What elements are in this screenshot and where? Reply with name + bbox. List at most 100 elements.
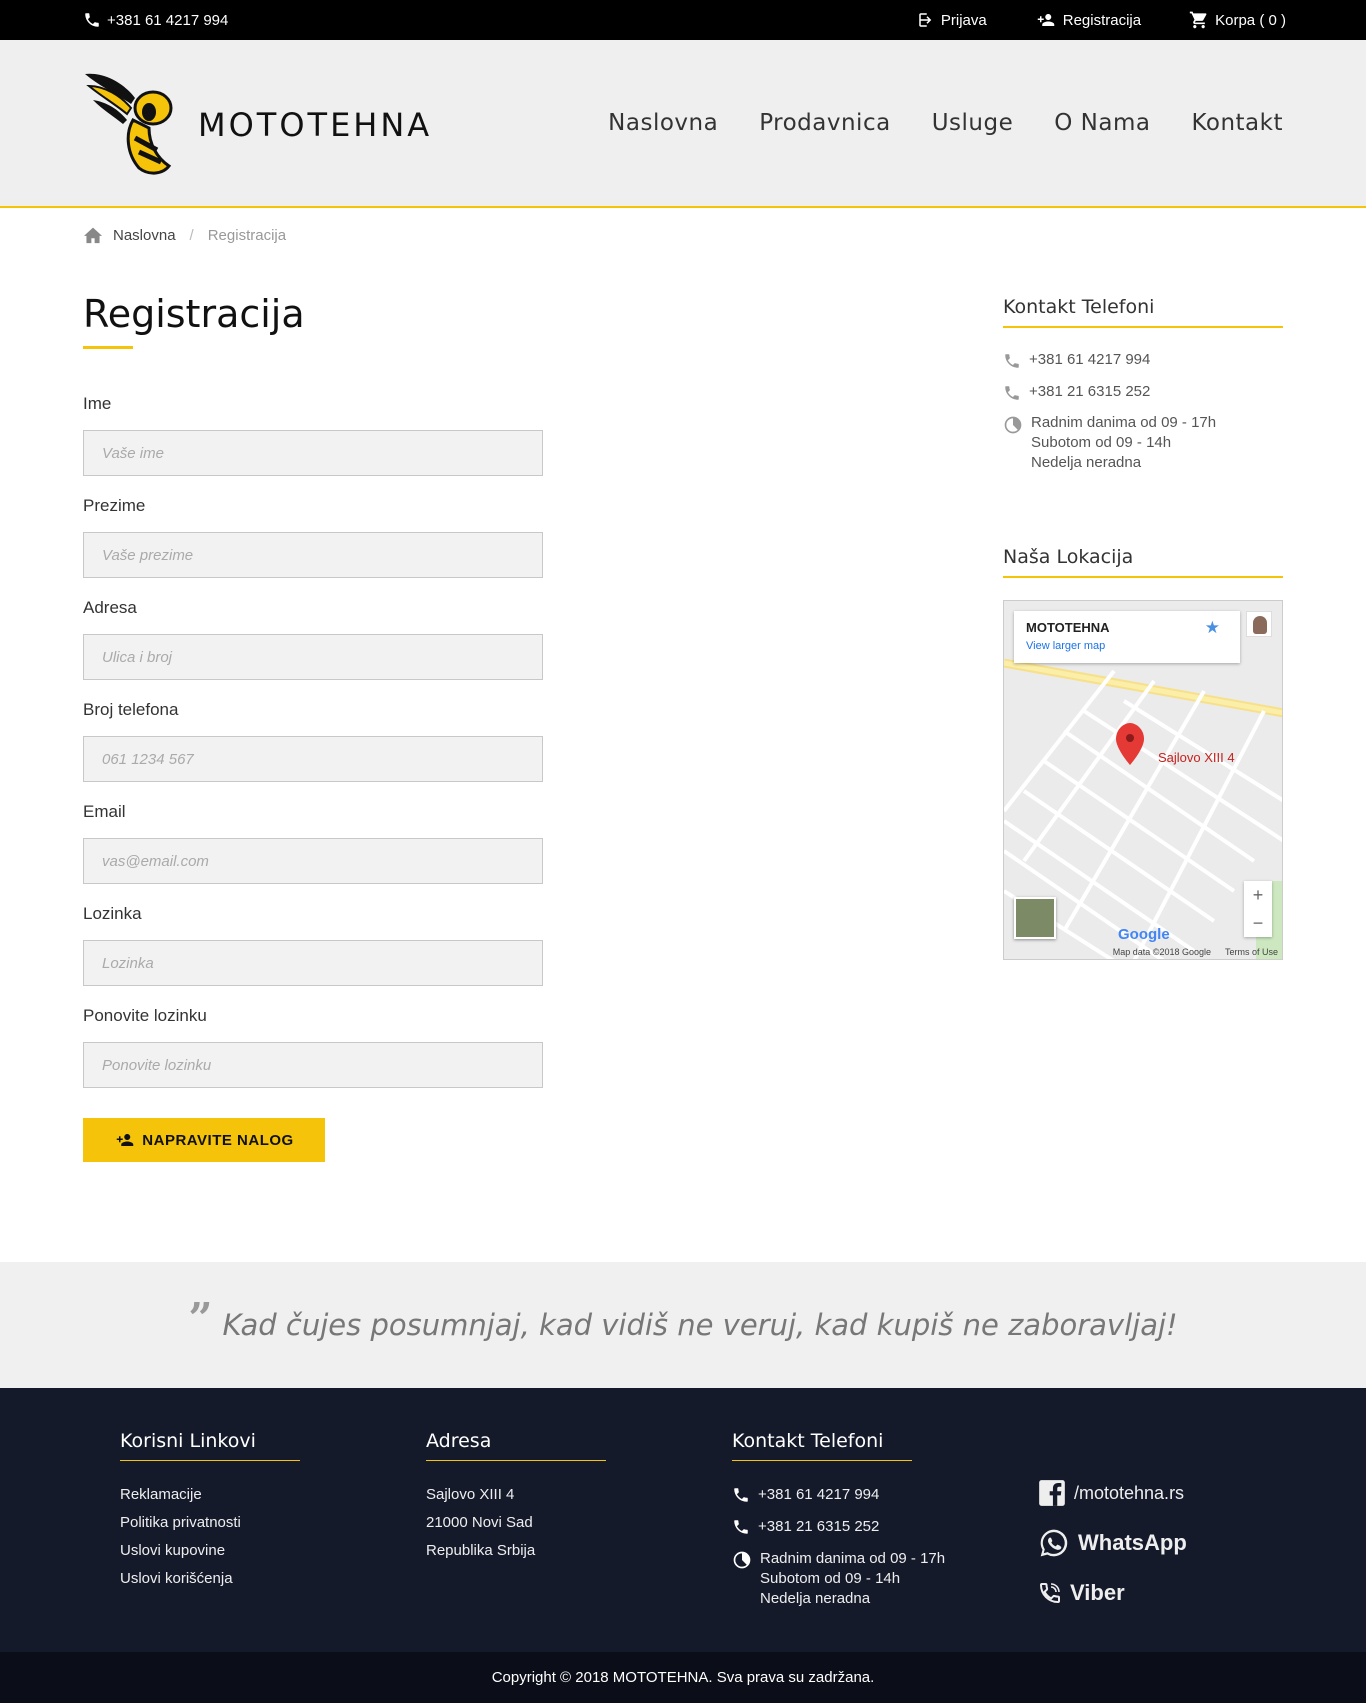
create-account-button[interactable]: NAPRAVITE NALOG	[83, 1118, 325, 1162]
field-group-ponovite-lozinku: Ponovite lozinku	[83, 1004, 543, 1106]
phone-icon	[1005, 354, 1019, 368]
sidebar-phone-1-text: +381 61 4217 994	[1029, 351, 1151, 368]
register-label: Registracija	[1062, 11, 1142, 29]
cart-label: Korpa ( 0 )	[1215, 11, 1286, 29]
footer-address-heading: Adresa	[426, 1430, 606, 1461]
lozinka-label: Lozinka	[83, 904, 142, 923]
satellite-toggle[interactable]	[1014, 897, 1056, 939]
field-group-ime: Ime	[83, 392, 543, 494]
email-label: Email	[83, 802, 126, 821]
whatsapp-icon	[1040, 1529, 1068, 1557]
nav-item-kontakt[interactable]: Kontakt	[1191, 110, 1283, 136]
nav-item-naslovna[interactable]: Naslovna	[608, 110, 718, 136]
phone-icon	[1005, 386, 1019, 400]
nav-item-usluge[interactable]: Usluge	[932, 110, 1014, 136]
copyright-text: Copyright © 2018 MOTOTEHNA. Sva prava su…	[491, 1669, 875, 1686]
footer-hours-line-1: Radnim danima od 09 - 17h	[760, 1550, 946, 1567]
ponovite-lozinku-input[interactable]	[83, 1042, 543, 1088]
breadcrumb-home[interactable]: Naslovna	[113, 227, 176, 244]
footer-phone-2[interactable]: +381 21 6315 252	[732, 1517, 945, 1537]
site-footer: Korisni Linkovi Reklamacije Politika pri…	[0, 1388, 1366, 1652]
create-account-label: NAPRAVITE NALOG	[142, 1131, 294, 1149]
footer-link-politika[interactable]: Politika privatnosti	[120, 1513, 300, 1541]
cart-icon	[1189, 11, 1207, 29]
footer-contact-heading: Kontakt Telefoni	[732, 1430, 912, 1461]
login-link[interactable]: Prijava	[917, 11, 987, 29]
map-data-text: Map data ©2018 Google	[1112, 947, 1211, 957]
lozinka-input[interactable]	[83, 940, 543, 986]
register-link[interactable]: Registracija	[1035, 11, 1141, 29]
sidebar-hours-line-1: Radnim danima od 09 - 17h	[1031, 414, 1217, 431]
add-user-icon	[1037, 14, 1054, 26]
sidebar-contact-heading: Kontakt Telefoni	[1003, 296, 1283, 328]
google-map[interactable]: MOTOTEHNA View larger map ★ Sajlovo XIII…	[1003, 600, 1283, 960]
telefon-label: Broj telefona	[83, 700, 179, 719]
field-group-prezime: Prezime	[83, 494, 543, 596]
star-icon[interactable]: ★	[1205, 618, 1220, 638]
phone-icon	[734, 1488, 748, 1502]
map-avatar[interactable]	[1246, 611, 1272, 637]
whatsapp-label: WhatsApp	[1078, 1530, 1187, 1555]
footer-hours-line-3: Nedelja neradna	[760, 1590, 871, 1607]
sidebar-phone-2[interactable]: +381 21 6315 252	[1003, 382, 1150, 402]
hornet-logo[interactable]	[83, 68, 178, 178]
viber-link[interactable]: Viber	[1038, 1568, 1187, 1618]
login-icon	[919, 13, 932, 27]
field-group-telefon: Broj telefona	[83, 698, 543, 800]
adresa-input[interactable]	[83, 634, 543, 680]
map-footer: Map data ©2018 Google Terms of Use	[1113, 947, 1278, 957]
ime-label: Ime	[83, 394, 112, 413]
adresa-label: Adresa	[83, 598, 137, 617]
sidebar-hours-line-2: Subotom od 09 - 14h	[1031, 434, 1172, 451]
zoom-out-button[interactable]: −	[1244, 909, 1272, 937]
brand-name[interactable]: MOTOTEHNA	[198, 106, 432, 144]
nav-item-prodavnica[interactable]: Prodavnica	[759, 110, 891, 136]
footer-link-uslovi-koriscenja[interactable]: Uslovi korišćenja	[120, 1569, 300, 1597]
login-label: Prijava	[940, 11, 987, 29]
footer-hours: Radnim danima od 09 - 17h Subotom od 09 …	[732, 1549, 945, 1609]
topbar-phone-text: +381 61 4217 994	[107, 11, 229, 29]
ime-input[interactable]	[83, 430, 543, 476]
footer-hours-line-2: Subotom od 09 - 14h	[760, 1570, 901, 1587]
view-larger-map-link[interactable]: View larger map	[1026, 640, 1105, 652]
sidebar-phone-1[interactable]: +381 61 4217 994	[1003, 350, 1150, 370]
email-input[interactable]	[83, 838, 543, 884]
footer-address-country: Republika Srbija	[426, 1542, 536, 1559]
sidebar-phone-2-text: +381 21 6315 252	[1029, 383, 1151, 400]
footer-address-street: Sajlovo XIII 4	[426, 1486, 515, 1503]
telefon-input[interactable]	[83, 736, 543, 782]
footer-contact-column: Kontakt Telefoni +381 61 4217 994 +381 2…	[732, 1430, 945, 1621]
quote-icon: ”	[188, 1293, 213, 1343]
breadcrumb-current: Registracija	[207, 226, 287, 244]
clock-icon	[1004, 416, 1022, 434]
footer-address-city: 21000 Novi Sad	[426, 1514, 533, 1531]
facebook-link[interactable]: /mototehna.rs	[1038, 1468, 1187, 1518]
whatsapp-link[interactable]: WhatsApp	[1038, 1518, 1187, 1568]
prezime-input[interactable]	[83, 532, 543, 578]
home-icon[interactable]	[83, 226, 103, 244]
zoom-in-button[interactable]: +	[1244, 881, 1272, 909]
map-marker-label: Sajlovo XIII 4	[1158, 750, 1235, 765]
field-group-lozinka: Lozinka	[83, 902, 543, 1004]
quote-text: Kad čujes posumnjaj, kad vidiš ne veruj,…	[222, 1308, 1178, 1342]
nav-item-o-nama[interactable]: O Nama	[1054, 110, 1150, 136]
registration-form: Ime Prezime Adresa Broj telefona Email L…	[83, 392, 543, 1106]
phone-icon	[734, 1520, 748, 1534]
viber-icon	[1039, 1583, 1060, 1604]
footer-social: /mototehna.rs WhatsApp Viber	[1038, 1468, 1187, 1618]
prezime-label: Prezime	[83, 496, 146, 515]
field-group-email: Email	[83, 800, 543, 902]
sidebar-hours: Radnim danima od 09 - 17h Subotom od 09 …	[1003, 413, 1216, 473]
footer-phone-1[interactable]: +381 61 4217 994	[732, 1485, 945, 1505]
topbar-phone[interactable]: +381 61 4217 994	[83, 11, 228, 29]
cart-link[interactable]: Korpa ( 0 )	[1189, 10, 1286, 30]
breadcrumb: Naslovna / Registracija	[83, 226, 286, 244]
footer-address-column: Adresa Sajlovo XIII 4 21000 Novi Sad Rep…	[426, 1430, 606, 1569]
site-header: MOTOTEHNA Naslovna Prodavnica Usluge O N…	[0, 40, 1366, 208]
footer-link-uslovi-kupovine[interactable]: Uslovi kupovine	[120, 1541, 300, 1569]
footer-link-reklamacije[interactable]: Reklamacije	[120, 1485, 300, 1513]
footer-phone-2-text: +381 21 6315 252	[758, 1518, 880, 1535]
map-place-name: MOTOTEHNA	[1026, 620, 1110, 635]
terms-of-use-link[interactable]: Terms of Use	[1225, 947, 1278, 957]
title-underline	[83, 346, 133, 349]
